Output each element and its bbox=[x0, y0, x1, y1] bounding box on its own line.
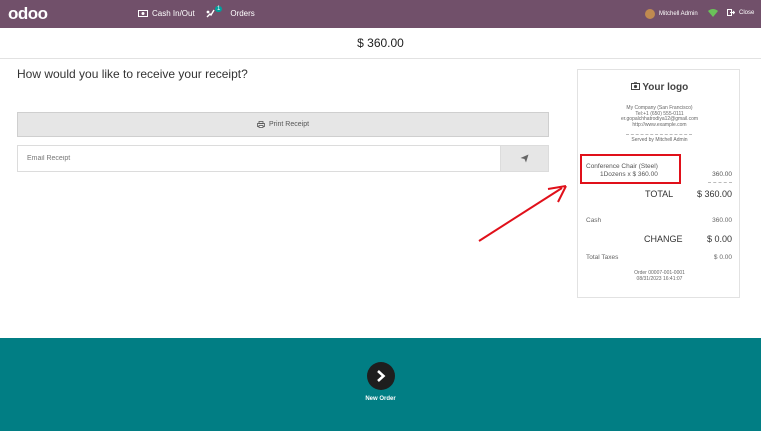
close-label: Close bbox=[739, 9, 755, 16]
print-icon bbox=[257, 121, 265, 128]
receipt-logo-text: Your logo bbox=[642, 82, 689, 93]
close-button[interactable]: Close bbox=[727, 9, 754, 16]
email-receipt-input[interactable] bbox=[18, 146, 500, 171]
change-label: CHANGE bbox=[644, 234, 683, 244]
email-receipt-group bbox=[17, 145, 549, 172]
annotation-highlight-box bbox=[580, 154, 681, 184]
orders-button[interactable]: 1 Orders bbox=[206, 5, 255, 18]
orders-count-badge: 1 bbox=[215, 5, 223, 12]
total-amount: $ 360.00 bbox=[696, 189, 732, 199]
taxes-label: Total Taxes bbox=[586, 254, 619, 261]
total-label: TOTAL bbox=[645, 189, 674, 199]
chevron-right-icon bbox=[377, 370, 386, 382]
wifi-status-icon bbox=[708, 9, 718, 17]
order-reference: Order 00007-001-0001 08/31/2023 16:41:07 bbox=[578, 270, 741, 282]
user-avatar bbox=[645, 9, 655, 19]
receipt-question: How would you like to receive your recei… bbox=[17, 67, 248, 81]
image-icon bbox=[630, 82, 640, 90]
total-divider bbox=[708, 182, 732, 183]
receipt-company-info: My Company (San Francisco) Tel:+1 (650) … bbox=[578, 105, 741, 128]
top-navbar: odoo Cash In/Out 1 Orders Mitchell Admin… bbox=[0, 0, 761, 28]
user-menu[interactable]: Mitchell Admin bbox=[645, 9, 698, 19]
send-email-button[interactable] bbox=[500, 146, 548, 171]
change-amount: $ 0.00 bbox=[706, 234, 732, 244]
print-receipt-label: Print Receipt bbox=[268, 121, 310, 128]
user-name: Mitchell Admin bbox=[659, 11, 698, 17]
cash-amount: 360.00 bbox=[712, 217, 732, 224]
new-order-label: New Order bbox=[365, 396, 396, 402]
served-by: Served by Mitchell Admin bbox=[631, 137, 688, 143]
sign-out-icon bbox=[727, 9, 735, 16]
paper-plane-icon bbox=[520, 154, 529, 163]
money-icon bbox=[138, 10, 148, 17]
order-total: $ 360.00 bbox=[0, 28, 761, 59]
line-amount: 360.00 bbox=[712, 171, 732, 178]
receipt-logo: Your logo bbox=[578, 82, 741, 93]
cash-in-out-button[interactable]: Cash In/Out bbox=[138, 9, 195, 18]
orders-label: Orders bbox=[230, 9, 255, 18]
cash-label: Cash bbox=[586, 217, 602, 224]
odoo-logo: odoo bbox=[8, 4, 48, 23]
cash-in-out-label: Cash In/Out bbox=[152, 9, 195, 18]
new-order-button[interactable] bbox=[367, 362, 395, 390]
print-receipt-button[interactable]: Print Receipt bbox=[17, 112, 549, 137]
receipt-divider bbox=[626, 134, 692, 135]
order-date: 08/31/2023 16:41:07 bbox=[636, 275, 683, 282]
company-website: http://www.example.com bbox=[632, 121, 687, 128]
taxes-amount: $ 0.00 bbox=[713, 254, 732, 261]
orders-icon bbox=[206, 9, 215, 18]
